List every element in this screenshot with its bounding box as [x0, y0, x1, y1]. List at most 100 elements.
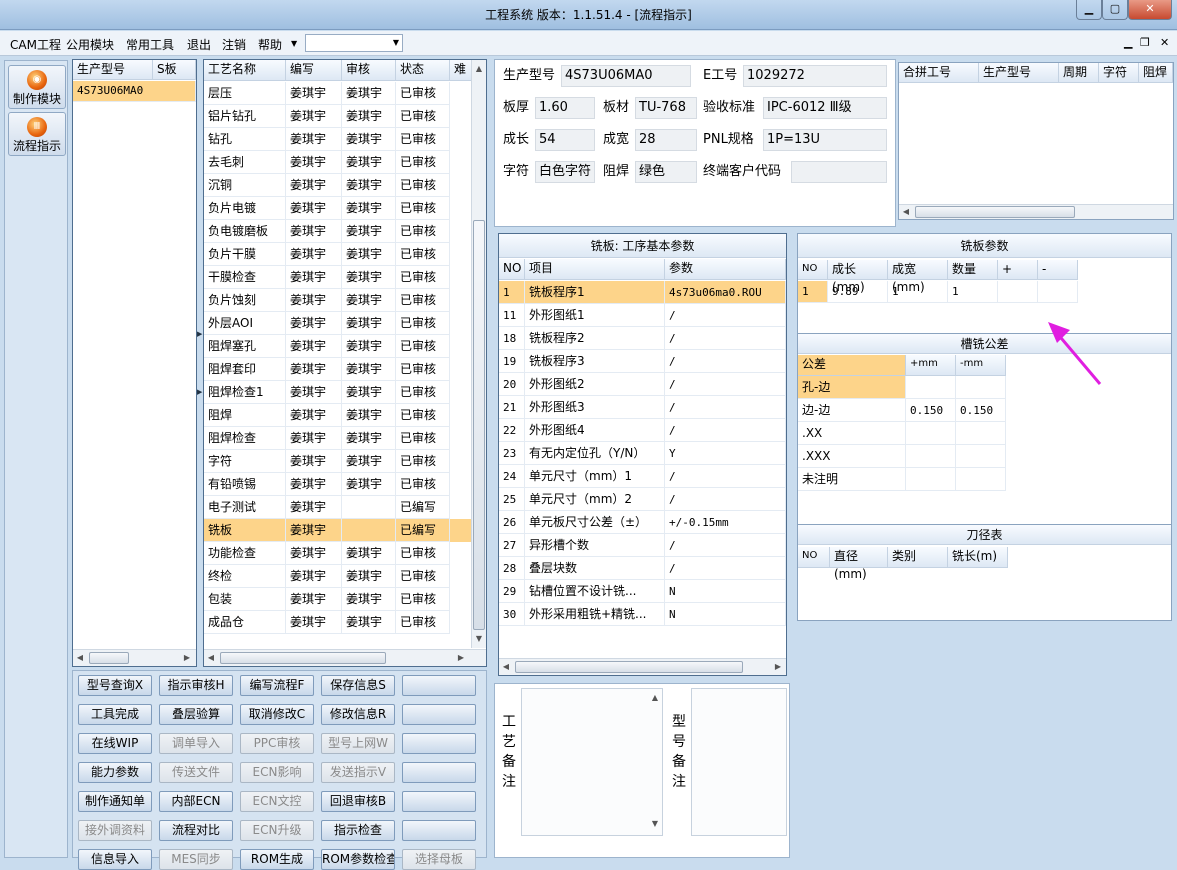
pnl-field[interactable]: 1P=13U: [763, 129, 887, 151]
menu-combo[interactable]: ▼: [305, 34, 403, 52]
toolbar-button[interactable]: 保存信息S: [321, 675, 395, 696]
close-icon[interactable]: ✕: [1128, 0, 1172, 20]
toolbar-button[interactable]: 发送指示V: [321, 762, 395, 783]
params-cell-value[interactable]: /: [665, 350, 786, 373]
params-col-value[interactable]: 参数: [665, 259, 786, 280]
toolbar-button[interactable]: 能力参数: [78, 762, 152, 783]
slot-cell[interactable]: 0.150: [906, 399, 956, 422]
scroll-thumb[interactable]: [515, 661, 743, 673]
params-cell-no[interactable]: 29: [499, 580, 525, 603]
params-cell-no[interactable]: 23: [499, 442, 525, 465]
params-cell-no[interactable]: 24: [499, 465, 525, 488]
toolbar-button[interactable]: 信息导入: [78, 849, 152, 870]
merge-col-char[interactable]: 字符: [1099, 63, 1139, 83]
scroll-down-icon[interactable]: ▼: [472, 634, 486, 643]
mill-col-header[interactable]: -: [1038, 260, 1078, 280]
toolbar-button[interactable]: [402, 820, 476, 841]
params-cell-value[interactable]: /: [665, 534, 786, 557]
menu-overflow-icon[interactable]: ▼: [291, 39, 297, 48]
toolbar-button[interactable]: 制作通知单: [78, 791, 152, 812]
slot-col-header[interactable]: -mm: [956, 355, 1006, 376]
tool-col-header[interactable]: 类别: [888, 547, 948, 568]
process-col-writer[interactable]: 编写: [286, 60, 342, 81]
scroll-thumb[interactable]: [89, 652, 129, 664]
process-note-input[interactable]: ▲ ▼: [521, 688, 663, 836]
toolbar-button[interactable]: ECN文控: [240, 791, 314, 812]
scroll-thumb[interactable]: [220, 652, 386, 664]
menu-common-module[interactable]: 公用模块: [66, 36, 114, 53]
mill-cell[interactable]: 1: [798, 281, 828, 303]
slot-cell[interactable]: [956, 422, 1006, 445]
params-cell-no[interactable]: 18: [499, 327, 525, 350]
params-cell-value[interactable]: N: [665, 603, 786, 626]
toolbar-button[interactable]: 修改信息R: [321, 704, 395, 725]
slot-cell[interactable]: [906, 468, 956, 491]
scroll-left-icon[interactable]: ◀: [204, 653, 218, 662]
params-col-item[interactable]: 项目: [525, 259, 665, 280]
params-cell-item[interactable]: 异形槽个数: [525, 534, 665, 557]
params-cell-item[interactable]: 叠层块数: [525, 557, 665, 580]
toolbar-button[interactable]: 型号查询X: [78, 675, 152, 696]
params-cell-item[interactable]: 外形图纸2: [525, 373, 665, 396]
menu-help[interactable]: 帮助: [258, 36, 282, 53]
params-cell-value[interactable]: /: [665, 488, 786, 511]
slot-cell[interactable]: [956, 468, 1006, 491]
params-cell-value[interactable]: /: [665, 304, 786, 327]
slot-cell[interactable]: .XXX: [798, 445, 906, 468]
toolbar-button[interactable]: ECN影响: [240, 762, 314, 783]
params-cell-value[interactable]: +/-0.15mm: [665, 511, 786, 534]
toolbar-button[interactable]: 传送文件: [159, 762, 233, 783]
toolbar-button[interactable]: 接外调资料: [78, 820, 152, 841]
scroll-thumb[interactable]: [473, 220, 485, 630]
mdi-minimize-icon[interactable]: ▁: [1124, 36, 1132, 49]
params-cell-no[interactable]: 30: [499, 603, 525, 626]
material-field[interactable]: TU-768: [635, 97, 697, 119]
mill-col-header[interactable]: 成长(mm): [828, 260, 888, 294]
toolbar-button[interactable]: 取消修改C: [240, 704, 314, 725]
mill-cell[interactable]: 1: [888, 281, 948, 303]
toolbar-button[interactable]: 指示检查: [321, 820, 395, 841]
customer-code-field[interactable]: [791, 161, 887, 183]
params-cell-no[interactable]: 28: [499, 557, 525, 580]
process-hscroll[interactable]: ◀ ▶: [204, 649, 486, 666]
tool-col-header[interactable]: 直径(mm): [830, 547, 888, 581]
scroll-down-icon[interactable]: ▼: [648, 819, 662, 828]
process-col-reviewer[interactable]: 审核: [342, 60, 396, 81]
params-cell-no[interactable]: 26: [499, 511, 525, 534]
params-cell-value[interactable]: /: [665, 373, 786, 396]
scroll-thumb[interactable]: [915, 206, 1075, 218]
toolbar-button[interactable]: PPC审核: [240, 733, 314, 754]
merge-col-cycle[interactable]: 周期: [1059, 63, 1099, 83]
slot-cell[interactable]: [956, 445, 1006, 468]
params-cell-no[interactable]: 27: [499, 534, 525, 557]
params-cell-value[interactable]: /: [665, 465, 786, 488]
params-cell-item[interactable]: 铣板程序3: [525, 350, 665, 373]
toolbar-button[interactable]: 流程对比: [159, 820, 233, 841]
length-field[interactable]: 54: [535, 129, 595, 151]
mill-col-header[interactable]: NO: [798, 260, 828, 280]
model-row[interactable]: 4S73U06MA0: [73, 81, 196, 102]
process-col-name[interactable]: 工艺名称: [204, 60, 286, 81]
toolbar-button[interactable]: 指示审核H: [159, 675, 233, 696]
scroll-up-icon[interactable]: ▲: [472, 64, 486, 73]
splitter-arrow-icon[interactable]: ▶: [197, 330, 202, 338]
params-cell-item[interactable]: 单元尺寸（mm）1: [525, 465, 665, 488]
scroll-up-icon[interactable]: ▲: [648, 693, 662, 702]
menu-exit[interactable]: 退出: [187, 36, 211, 53]
slot-cell[interactable]: [956, 376, 1006, 399]
toolbar-button[interactable]: 型号上网W: [321, 733, 395, 754]
scroll-left-icon[interactable]: ◀: [73, 653, 87, 662]
slot-cell[interactable]: 边-边: [798, 399, 906, 422]
menu-cam[interactable]: CAM工程: [10, 36, 61, 53]
mill-col-header[interactable]: +: [998, 260, 1038, 280]
process-vscroll[interactable]: ▲ ▼: [471, 60, 486, 648]
toolbar-button[interactable]: ROM参数检查: [321, 849, 395, 870]
params-cell-item[interactable]: 铣板程序1: [525, 281, 665, 304]
params-cell-item[interactable]: 单元尺寸（mm）2: [525, 488, 665, 511]
slot-cell[interactable]: 孔-边: [798, 376, 906, 399]
toolbar-button[interactable]: [402, 762, 476, 783]
slot-cell[interactable]: 未注明: [798, 468, 906, 491]
maximize-icon[interactable]: ▢: [1102, 0, 1128, 20]
minimize-icon[interactable]: ▁: [1076, 0, 1102, 20]
merge-col-mask[interactable]: 阻焊: [1139, 63, 1173, 83]
